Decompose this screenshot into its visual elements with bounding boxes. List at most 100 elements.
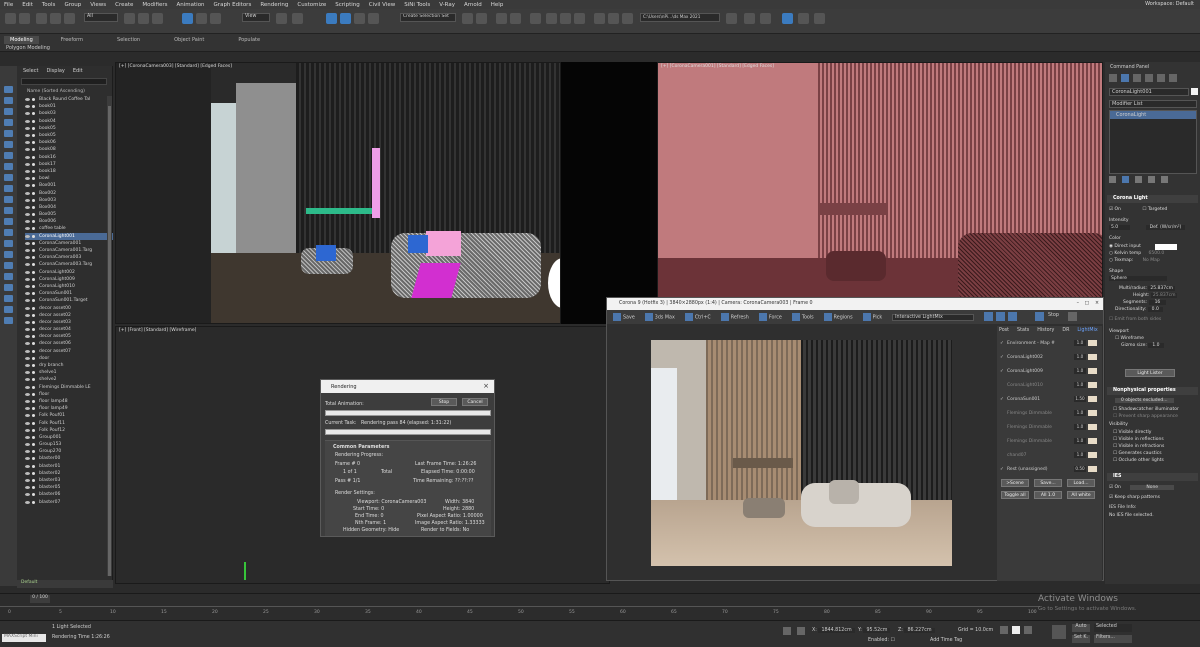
explorer-item[interactable]: decor asset03	[25, 319, 113, 326]
exclude-button[interactable]: 0 objects excluded...	[1115, 398, 1174, 403]
freeze-icon[interactable]	[32, 392, 35, 396]
explorer-item[interactable]: book16	[25, 154, 113, 161]
freeze-icon[interactable]	[32, 184, 35, 188]
freeze-icon[interactable]	[32, 385, 35, 389]
explorer-item[interactable]: blaster06	[25, 491, 113, 498]
gizmo-spinner[interactable]: 1.0	[1148, 343, 1164, 348]
curve-editor-icon[interactable]	[546, 13, 557, 24]
hierarchy-tab-icon[interactable]	[1133, 74, 1141, 82]
menu-help[interactable]: Help	[491, 2, 504, 8]
shadowcatcher-checkbox[interactable]: ☐	[1113, 407, 1117, 412]
link-icon[interactable]	[36, 13, 47, 24]
shape-dropdown[interactable]: Sphere	[1109, 276, 1167, 281]
explorer-search-input[interactable]	[21, 78, 107, 85]
lock-selection-icon[interactable]	[783, 627, 791, 635]
make-unique-icon[interactable]	[1135, 176, 1142, 183]
explorer-item[interactable]: bowl	[25, 175, 113, 182]
explorer-item[interactable]: decor asset02	[25, 312, 113, 319]
object-color-swatch[interactable]	[1191, 88, 1198, 95]
vfb-tab-stats[interactable]: Stats	[1017, 328, 1029, 333]
menu-rendering[interactable]: Rendering	[260, 2, 288, 8]
explorer-filter-icon[interactable]	[4, 218, 13, 225]
explorer-item[interactable]: floor lamp49	[25, 405, 113, 412]
workspace-selector[interactable]: Workspace: Default	[1145, 1, 1194, 7]
rect-selection-icon[interactable]	[152, 13, 163, 24]
explorer-item[interactable]: Black Round Coffee Tal	[25, 96, 113, 103]
lightmix-intensity-field[interactable]: 1.50	[1074, 396, 1086, 402]
ribbon-tab-selection[interactable]: Selection	[111, 36, 146, 44]
go-to-start-icon[interactable]	[1000, 626, 1008, 634]
explorer-item[interactable]: decor asset06	[25, 340, 113, 347]
explorer-filter-icon[interactable]	[4, 207, 13, 214]
mirror-icon[interactable]	[462, 13, 473, 24]
selection-filter-dropdown[interactable]: All	[84, 13, 118, 22]
ies-rollout-header[interactable]: IES	[1107, 473, 1198, 481]
undo-icon[interactable]	[5, 13, 16, 24]
align-icon[interactable]	[476, 13, 487, 24]
visibility-eye-icon[interactable]	[25, 313, 30, 317]
explorer-filter-icon[interactable]	[4, 196, 13, 203]
enabled-checkbox[interactable]: ☐	[891, 638, 895, 643]
visibility-eye-icon[interactable]	[25, 407, 30, 411]
explorer-item[interactable]: book05	[25, 132, 113, 139]
freeze-icon[interactable]	[32, 155, 35, 159]
lightmix-row[interactable]: ✓ CoronaLight009 1.0	[1000, 366, 1100, 376]
visibility-eye-icon[interactable]	[25, 385, 30, 389]
project-folder-icon[interactable]	[726, 13, 737, 24]
create-tab-icon[interactable]	[1109, 74, 1117, 82]
freeze-icon[interactable]	[32, 198, 35, 202]
freeze-icon[interactable]	[32, 457, 35, 461]
freeze-icon[interactable]	[32, 126, 35, 130]
visibility-eye-icon[interactable]	[25, 399, 30, 403]
explorer-item[interactable]: door	[25, 355, 113, 362]
visibility-eye-icon[interactable]	[25, 155, 30, 159]
visibility-eye-icon[interactable]	[25, 493, 30, 497]
menu-file[interactable]: File	[4, 2, 13, 8]
visibility-eye-icon[interactable]	[25, 464, 30, 468]
freeze-icon[interactable]	[32, 162, 35, 166]
vfb-save-button[interactable]: Save	[613, 313, 635, 321]
pin-stack-icon[interactable]	[1109, 176, 1116, 183]
visibility-eye-icon[interactable]	[25, 263, 30, 267]
explorer-item[interactable]: Group270	[25, 448, 113, 455]
vfb-stop-button[interactable]: Stop	[1048, 313, 1059, 318]
go-to-end-icon[interactable]	[1024, 626, 1032, 634]
add-time-tag-button[interactable]: Add Time Tag	[930, 638, 962, 643]
lightmix-row[interactable]: Flemings Dimmable 1.0	[1000, 422, 1100, 432]
select-move-icon[interactable]	[182, 13, 193, 24]
freeze-icon[interactable]	[32, 364, 35, 368]
lightmix-save-button[interactable]: Save...	[1034, 479, 1062, 487]
targeted-checkbox[interactable]: ☐	[1142, 207, 1146, 212]
visibility-eye-icon[interactable]	[25, 284, 30, 288]
freeze-icon[interactable]	[32, 134, 35, 138]
show-end-result-icon[interactable]	[1122, 176, 1129, 183]
lightmix-row[interactable]: ✓ Environment - Map # 1.0	[1000, 338, 1100, 348]
explorer-item[interactable]: blaster03	[25, 477, 113, 484]
freeze-icon[interactable]	[32, 313, 35, 317]
visibility-eye-icon[interactable]	[25, 112, 30, 116]
zoom-out-icon[interactable]	[996, 312, 1005, 321]
freeze-icon[interactable]	[32, 263, 35, 267]
kelvin-radio[interactable]: ○	[1109, 251, 1113, 256]
maxscript-mini-listener[interactable]: MAXScript Mini	[2, 634, 46, 642]
vfb-tab-post[interactable]: Post	[999, 328, 1009, 333]
visibility-eye-icon[interactable]	[25, 198, 30, 202]
menu-create[interactable]: Create	[115, 2, 133, 8]
menu-sini-tools[interactable]: SiNi Tools	[404, 2, 430, 8]
explorer-item[interactable]: Folk Pouf11	[25, 419, 113, 426]
caustics-checkbox[interactable]: ☐	[1113, 451, 1117, 456]
explorer-filter-icon[interactable]	[4, 295, 13, 302]
close-icon[interactable]: ×	[483, 382, 489, 390]
ies-on-checkbox[interactable]: ☑	[1109, 485, 1113, 490]
explorer-item[interactable]: book05	[25, 125, 113, 132]
explorer-tab-select[interactable]: Select	[23, 68, 38, 74]
visibility-eye-icon[interactable]	[25, 205, 30, 209]
vfb-render-image[interactable]	[651, 340, 952, 566]
visibility-eye-icon[interactable]	[25, 256, 30, 260]
lightmix-intensity-field[interactable]: 1.0	[1074, 424, 1086, 430]
lightmix-intensity-field[interactable]: 1.0	[1074, 410, 1086, 416]
explorer-item[interactable]: dry branch	[25, 362, 113, 369]
lightmix-all-white-button[interactable]: All white	[1067, 491, 1095, 499]
explorer-item[interactable]: CoronaLight001	[25, 232, 113, 240]
freeze-icon[interactable]	[32, 486, 35, 490]
